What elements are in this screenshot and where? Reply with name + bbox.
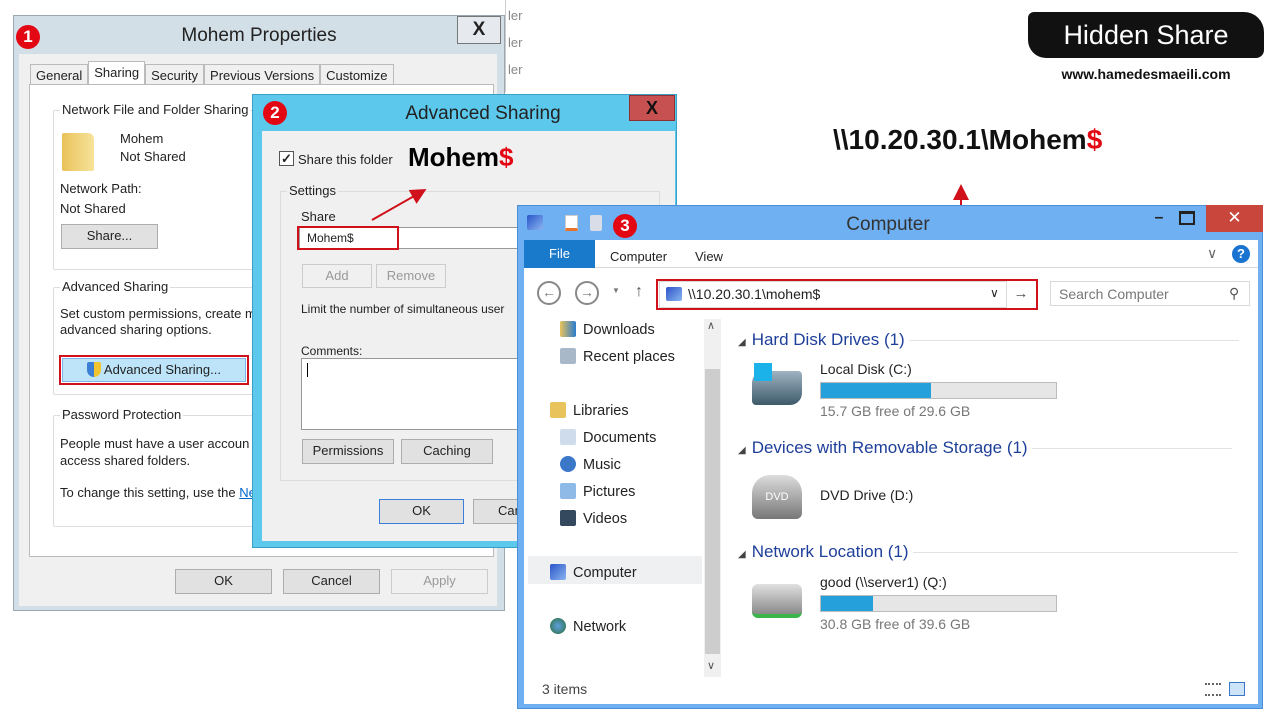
usage-fill xyxy=(821,596,873,611)
properties-qa-icon[interactable] xyxy=(565,215,578,231)
details-view-icon[interactable] xyxy=(1205,683,1221,696)
search-input[interactable]: Search Computer ⚲ xyxy=(1050,281,1250,306)
drive-name: good (\\server1) (Q:) xyxy=(820,574,947,590)
drive-usage-bar xyxy=(820,382,1057,399)
nav-item-music[interactable]: Music xyxy=(560,456,621,473)
computer-icon xyxy=(550,564,566,580)
back-button[interactable]: ← xyxy=(537,281,561,305)
recent-locations-icon[interactable]: ▼ xyxy=(612,286,620,295)
collapse-icon: ◢ xyxy=(738,549,746,560)
videos-icon xyxy=(560,510,576,526)
dvd-drive-icon: DVD xyxy=(752,475,802,519)
section-hard-disk-drives[interactable]: ◢ Hard Disk Drives (1) xyxy=(738,330,1240,350)
recent-places-icon xyxy=(560,348,576,364)
step-badge: 3 xyxy=(613,214,637,238)
drive-name: DVD Drive (D:) xyxy=(820,487,914,503)
window-title: Computer xyxy=(846,214,930,235)
scroll-down-icon[interactable]: ∨ xyxy=(707,659,715,672)
nav-item-pictures[interactable]: Pictures xyxy=(560,483,635,500)
documents-icon xyxy=(560,429,576,445)
new-folder-qa-icon[interactable] xyxy=(590,215,602,231)
tab-file[interactable]: File xyxy=(524,240,595,268)
large-icons-view-icon[interactable] xyxy=(1229,682,1245,696)
drive-usage-bar xyxy=(820,595,1057,612)
nav-label: Downloads xyxy=(583,322,655,338)
nav-label: Network xyxy=(573,619,627,635)
nav-item-network[interactable]: Network xyxy=(550,618,626,635)
drive-name: Local Disk (C:) xyxy=(820,361,912,377)
tab-view[interactable]: View xyxy=(695,249,723,264)
usage-fill xyxy=(821,383,932,398)
scroll-up-icon[interactable]: ∧ xyxy=(707,319,715,332)
drive-q[interactable]: good (\\server1) (Q:) 30.8 GB free of 39… xyxy=(744,574,1064,634)
divider xyxy=(1032,448,1233,450)
nav-item-videos[interactable]: Videos xyxy=(560,510,627,527)
network-drive-icon xyxy=(752,584,802,618)
divider xyxy=(909,340,1240,342)
drive-d[interactable]: DVD DVD Drive (D:) xyxy=(744,469,1064,529)
expand-ribbon-icon[interactable]: ∨ xyxy=(1207,245,1217,262)
minimize-button[interactable]: – xyxy=(1146,209,1172,229)
drive-c[interactable]: Local Disk (C:) 15.7 GB free of 29.6 GB xyxy=(744,361,1064,421)
divider xyxy=(913,552,1239,554)
nav-label: Computer xyxy=(573,565,637,581)
libraries-icon xyxy=(550,402,566,418)
search-icon: ⚲ xyxy=(1229,285,1240,301)
nav-item-computer[interactable]: Computer xyxy=(528,556,702,584)
maximize-button[interactable] xyxy=(1179,211,1195,225)
drive-free-space: 30.8 GB free of 39.6 GB xyxy=(820,616,971,632)
close-button[interactable]: ✕ xyxy=(1206,205,1263,232)
collapse-icon: ◢ xyxy=(738,337,746,348)
collapse-icon: ◢ xyxy=(738,445,746,456)
explorer-window: 3 Computer – ✕ File Computer View ∨ ? ← … xyxy=(517,205,1263,709)
content-pane: ◢ Hard Disk Drives (1) Local Disk (C:) 15… xyxy=(724,319,1258,679)
computer-icon xyxy=(527,215,543,230)
nav-item-downloads[interactable]: Downloads xyxy=(560,321,655,338)
section-title: Hard Disk Drives (1) xyxy=(751,330,905,349)
windows-logo-icon xyxy=(754,363,772,381)
search-placeholder: Search Computer xyxy=(1059,286,1169,302)
status-bar-text: 3 items xyxy=(542,681,588,697)
section-title: Network Location (1) xyxy=(751,542,909,561)
nav-label: Recent places xyxy=(583,349,675,365)
arrow-to-share-name xyxy=(371,189,427,221)
drive-free-space: 15.7 GB free of 29.6 GB xyxy=(820,403,971,419)
network-icon xyxy=(550,618,566,634)
nav-label: Pictures xyxy=(583,484,636,500)
navigation-pane: Downloads Recent places Libraries Docume… xyxy=(528,319,702,689)
pictures-icon xyxy=(560,483,576,499)
help-icon[interactable]: ? xyxy=(1232,245,1250,263)
nav-item-libraries[interactable]: Libraries xyxy=(550,402,629,419)
highlight-box xyxy=(656,279,1038,310)
scroll-thumb[interactable] xyxy=(705,369,720,654)
forward-button[interactable]: → xyxy=(575,281,599,305)
nav-label: Music xyxy=(583,457,621,473)
window-content: File Computer View ∨ ? ← → ▼ ↑ \\10.20.3… xyxy=(524,240,1258,704)
hard-drive-icon xyxy=(752,363,802,405)
nav-label: Videos xyxy=(583,511,628,527)
nav-item-recent-places[interactable]: Recent places xyxy=(560,348,675,365)
section-network-location[interactable]: ◢ Network Location (1) xyxy=(738,542,1239,562)
section-title: Devices with Removable Storage (1) xyxy=(751,438,1028,457)
nav-scrollbar[interactable]: ∧ ∨ xyxy=(704,319,721,677)
music-icon xyxy=(560,456,576,472)
ribbon: File Computer View ∨ ? xyxy=(524,240,1258,268)
nav-label: Documents xyxy=(583,430,657,446)
nav-item-documents[interactable]: Documents xyxy=(560,429,656,446)
tab-computer[interactable]: Computer xyxy=(610,249,667,264)
nav-label: Libraries xyxy=(573,403,629,419)
up-button[interactable]: ↑ xyxy=(635,283,643,301)
downloads-icon xyxy=(560,321,576,337)
section-removable-storage[interactable]: ◢ Devices with Removable Storage (1) xyxy=(738,438,1233,458)
